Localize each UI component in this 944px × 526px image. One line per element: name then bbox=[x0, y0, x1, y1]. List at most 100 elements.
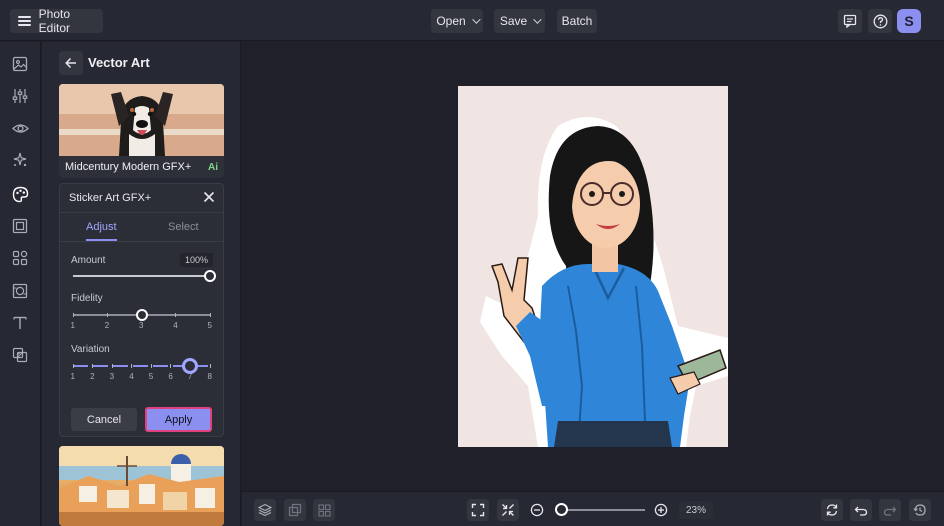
variation-tick-mark bbox=[150, 364, 152, 368]
tab-adjust[interactable]: Adjust bbox=[86, 221, 117, 233]
message-icon bbox=[843, 14, 857, 28]
expand-icon bbox=[471, 503, 485, 517]
text-icon[interactable] bbox=[11, 314, 29, 332]
dialog-title: Sticker Art GFX+ bbox=[69, 192, 152, 204]
overlay-icon[interactable] bbox=[11, 282, 29, 300]
canvas-area[interactable] bbox=[242, 42, 944, 491]
panel-title: Vector Art bbox=[88, 55, 150, 70]
bottom-toolbar: 23% bbox=[242, 491, 944, 526]
history-button[interactable] bbox=[909, 499, 931, 521]
artsy-palette-icon[interactable] bbox=[11, 185, 29, 203]
chevron-down-icon bbox=[471, 15, 481, 24]
variation-label: Variation bbox=[71, 344, 110, 355]
variation-tick-label: 8 bbox=[207, 372, 212, 381]
history-icon bbox=[913, 504, 926, 516]
photo-canvas[interactable] bbox=[458, 86, 728, 447]
effects-sparkle-icon[interactable] bbox=[11, 151, 29, 169]
shrink-icon bbox=[502, 504, 514, 516]
zoom-in-button[interactable] bbox=[650, 499, 672, 521]
fidelity-tick-mark bbox=[106, 313, 108, 317]
fidelity-tick-mark bbox=[209, 313, 211, 317]
app-title: Photo Editor bbox=[38, 7, 71, 35]
effect-card-next[interactable] bbox=[59, 446, 224, 526]
batch-label: Batch bbox=[561, 14, 593, 28]
amount-slider-handle[interactable] bbox=[204, 270, 216, 282]
redo-icon bbox=[883, 506, 897, 516]
ai-badge: Ai bbox=[208, 162, 218, 173]
chevron-down-icon bbox=[533, 15, 542, 24]
fidelity-slider-handle[interactable] bbox=[135, 309, 148, 321]
variation-tick-mark bbox=[131, 364, 133, 368]
variation-tick-mark bbox=[170, 364, 172, 368]
actual-size-button[interactable] bbox=[497, 499, 519, 521]
feedback-button[interactable] bbox=[838, 9, 862, 33]
grid-view-button[interactable] bbox=[313, 499, 335, 521]
effect-card-label: Midcentury Modern GFX+ bbox=[65, 161, 192, 173]
amount-slider-track[interactable] bbox=[73, 275, 210, 277]
fidelity-tick-label: 2 bbox=[104, 321, 110, 330]
variation-tick-mark bbox=[92, 364, 94, 368]
variation-tick-label: 2 bbox=[90, 372, 95, 381]
effect-card-midcentury-modern[interactable]: Midcentury Modern GFX+ Ai bbox=[59, 84, 224, 178]
fit-to-screen-button[interactable] bbox=[467, 499, 489, 521]
open-label: Open bbox=[436, 14, 466, 28]
image-tool-icon[interactable] bbox=[11, 55, 29, 73]
fidelity-tick-label: 4 bbox=[173, 321, 178, 330]
tab-select[interactable]: Select bbox=[168, 221, 199, 233]
zoom-slider-track[interactable] bbox=[559, 509, 645, 511]
layers-button[interactable] bbox=[254, 499, 276, 521]
effects-panel: Vector Art Midcentury Modern GFX+ Ai Sti… bbox=[42, 42, 241, 526]
close-icon[interactable] bbox=[203, 191, 215, 203]
compare-icon bbox=[288, 503, 302, 517]
help-button[interactable] bbox=[868, 9, 892, 33]
zoom-level[interactable]: 23% bbox=[679, 501, 713, 519]
variation-tick-label: 6 bbox=[168, 372, 173, 381]
textures-layers-icon[interactable] bbox=[11, 346, 29, 364]
variation-tick-label: 1 bbox=[70, 372, 75, 381]
graphics-shapes-icon[interactable] bbox=[11, 249, 29, 267]
save-button[interactable]: Save bbox=[494, 9, 545, 33]
divider bbox=[60, 241, 223, 242]
effect-thumbnail bbox=[59, 446, 224, 526]
variation-slider-handle[interactable] bbox=[182, 358, 199, 374]
apply-button[interactable]: Apply bbox=[145, 407, 212, 432]
undo-icon bbox=[854, 506, 868, 516]
fidelity-label: Fidelity bbox=[71, 293, 103, 304]
variation-tick-mark bbox=[72, 364, 74, 368]
variation-tick-label: 4 bbox=[129, 372, 134, 381]
fidelity-tick-label: 1 bbox=[70, 321, 75, 330]
zoom-slider-handle[interactable] bbox=[555, 503, 568, 516]
fidelity-tick-label: 5 bbox=[207, 321, 212, 330]
top-bar: Photo Editor Open Save Batch S bbox=[0, 0, 944, 41]
adjust-sliders-icon[interactable] bbox=[11, 87, 29, 105]
zoom-out-button[interactable] bbox=[526, 499, 548, 521]
frame-icon[interactable] bbox=[11, 217, 29, 235]
main-menu-button[interactable]: Photo Editor bbox=[10, 7, 103, 35]
variation-tick-mark bbox=[111, 364, 113, 368]
divider bbox=[60, 212, 223, 213]
variation-tick-label: 3 bbox=[109, 372, 115, 381]
tool-rail bbox=[0, 42, 41, 526]
compare-button[interactable] bbox=[284, 499, 306, 521]
open-button[interactable]: Open bbox=[431, 9, 483, 33]
user-avatar[interactable]: S bbox=[897, 9, 921, 33]
sync-button[interactable] bbox=[821, 499, 843, 521]
redo-button[interactable] bbox=[879, 499, 901, 521]
zoom-out-icon bbox=[530, 503, 544, 517]
hamburger-icon bbox=[18, 16, 31, 26]
effect-settings-dialog: Sticker Art GFX+ Adjust Select Amount 10… bbox=[59, 183, 224, 437]
eye-icon[interactable] bbox=[11, 119, 29, 137]
save-label: Save bbox=[499, 14, 528, 28]
undo-button[interactable] bbox=[850, 499, 872, 521]
zoom-in-icon bbox=[654, 503, 668, 517]
amount-label: Amount bbox=[71, 255, 106, 266]
refresh-icon bbox=[826, 504, 838, 516]
cancel-button[interactable]: Cancel bbox=[71, 408, 137, 431]
fidelity-tick-label: 3 bbox=[139, 321, 144, 330]
amount-value[interactable]: 100% bbox=[180, 253, 213, 267]
batch-button[interactable]: Batch bbox=[557, 9, 597, 33]
back-button[interactable] bbox=[59, 51, 83, 75]
layers-icon bbox=[258, 503, 272, 517]
variation-tick-mark bbox=[209, 364, 211, 368]
fidelity-tick-mark bbox=[72, 313, 74, 317]
